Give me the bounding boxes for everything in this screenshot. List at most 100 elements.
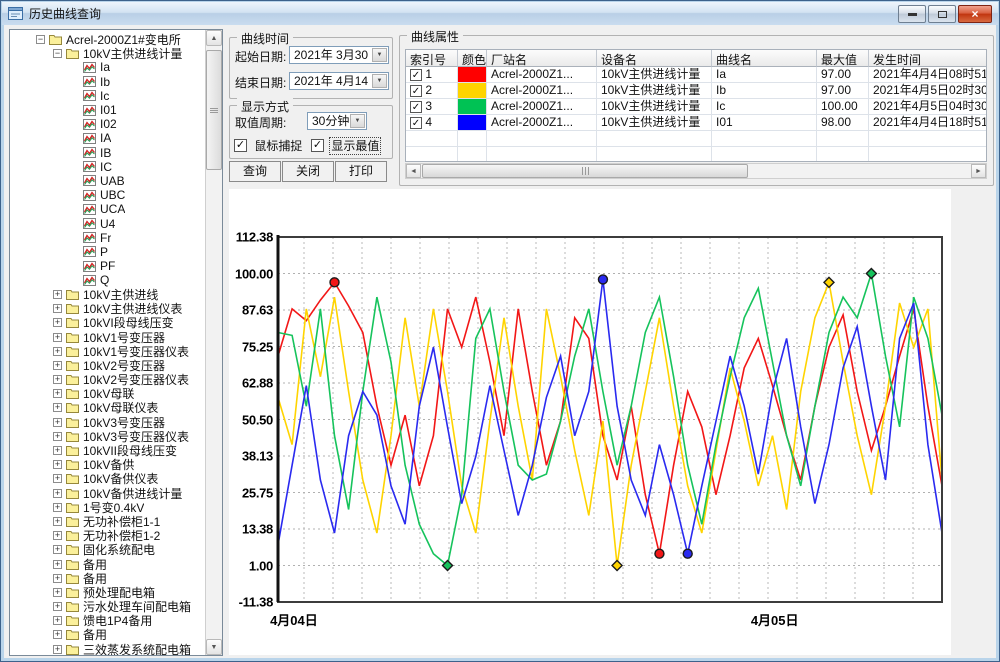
minimize-button[interactable]: [898, 5, 926, 23]
x-tick-label: 4月05日: [750, 613, 799, 628]
tree-item[interactable]: IB: [10, 146, 205, 160]
expand-icon[interactable]: +: [53, 616, 62, 626]
checkbox-check-icon[interactable]: ✓: [234, 139, 247, 152]
row-checkbox[interactable]: ✓: [410, 84, 422, 97]
row-checkbox[interactable]: ✓: [410, 116, 422, 129]
tree-scrollbar[interactable]: ▲ ▼: [205, 30, 222, 655]
expand-icon[interactable]: +: [53, 375, 62, 385]
tree-item[interactable]: + 固化系统配电: [10, 543, 205, 557]
table-hscrollbar[interactable]: ◄ ►: [405, 163, 987, 179]
expand-icon[interactable]: +: [53, 417, 62, 427]
tree-item-label: Ib: [100, 74, 111, 89]
collapse-icon[interactable]: −: [36, 34, 45, 44]
close-dialog-button[interactable]: 关闭: [282, 161, 334, 182]
expand-icon[interactable]: +: [53, 502, 62, 512]
tree-item[interactable]: + 三效蒸发系统配电箱: [10, 642, 205, 655]
tree-item[interactable]: UAB: [10, 174, 205, 188]
start-date-select[interactable]: 2021年 3月30 ▼: [289, 46, 389, 64]
expand-icon[interactable]: +: [53, 403, 62, 413]
expand-icon[interactable]: +: [53, 587, 62, 597]
expand-icon[interactable]: +: [53, 332, 62, 342]
tree-item[interactable]: − 10kV主供进线计量: [10, 46, 205, 61]
query-button[interactable]: 查询: [229, 161, 281, 182]
tree-item[interactable]: UCA: [10, 202, 205, 216]
expand-icon[interactable]: +: [53, 573, 62, 583]
column-header[interactable]: 颜色: [458, 50, 487, 67]
expand-icon[interactable]: +: [53, 446, 62, 456]
tree-item[interactable]: + 备用: [10, 557, 205, 572]
expand-icon[interactable]: +: [53, 531, 62, 541]
expand-icon[interactable]: +: [53, 289, 62, 299]
column-header[interactable]: 曲线名: [712, 50, 817, 67]
tree-item[interactable]: UBC: [10, 188, 205, 202]
extreme-marker: [611, 559, 624, 572]
expand-icon[interactable]: +: [53, 460, 62, 470]
expand-icon[interactable]: +: [53, 318, 62, 328]
print-button[interactable]: 打印: [335, 161, 387, 182]
collapse-icon[interactable]: −: [53, 48, 62, 58]
table-row[interactable]: ✓ 2 Acrel-2000Z1... 10kV主供进线计量 Ib 97.00 2021年…: [406, 83, 986, 99]
cell-max: 97.00: [817, 67, 869, 83]
checkbox-check-icon[interactable]: ✓: [311, 139, 324, 152]
expand-icon[interactable]: +: [53, 389, 62, 399]
tree-item[interactable]: Fr: [10, 231, 205, 245]
tree-item[interactable]: I02: [10, 117, 205, 131]
row-checkbox[interactable]: ✓: [410, 100, 422, 113]
expand-icon[interactable]: +: [53, 360, 62, 370]
expand-icon[interactable]: +: [53, 431, 62, 441]
expand-icon[interactable]: +: [53, 474, 62, 484]
expand-icon[interactable]: +: [53, 545, 62, 555]
thumb-grip: [210, 107, 218, 113]
column-header[interactable]: 发生时间: [869, 50, 986, 67]
folder-icon: [66, 502, 79, 513]
scroll-right-button[interactable]: ►: [971, 164, 986, 178]
table-hscrollbar-thumb[interactable]: [422, 164, 748, 178]
expand-icon[interactable]: +: [53, 516, 62, 526]
minimize-icon: [907, 12, 917, 16]
table-row[interactable]: ✓ 3 Acrel-2000Z1... 10kV主供进线计量 Ic 100.00 2021…: [406, 99, 986, 115]
tree-item[interactable]: I01: [10, 103, 205, 117]
tree-scrollbar-thumb[interactable]: [206, 50, 222, 170]
maximize-button[interactable]: [928, 5, 956, 23]
tree-item[interactable]: IA: [10, 131, 205, 145]
dropdown-arrow-icon[interactable]: ▼: [372, 48, 387, 62]
tree-item[interactable]: IC: [10, 160, 205, 174]
expand-icon[interactable]: +: [53, 644, 62, 654]
scroll-down-button[interactable]: ▼: [206, 639, 222, 655]
folder-icon: [66, 573, 79, 584]
tree-item[interactable]: Ic: [10, 89, 205, 103]
end-date-select[interactable]: 2021年 4月14 ▼: [289, 72, 389, 90]
column-header[interactable]: 最大值: [817, 50, 869, 67]
expand-icon[interactable]: +: [53, 559, 62, 569]
row-checkbox[interactable]: ✓: [410, 68, 422, 81]
tree-item-label: PF: [100, 259, 116, 274]
curve-icon: [83, 76, 96, 88]
expand-icon[interactable]: +: [53, 602, 62, 612]
tree-item[interactable]: Ia: [10, 60, 205, 74]
folder-icon: [66, 431, 79, 442]
expand-icon[interactable]: +: [53, 304, 62, 314]
tree-item[interactable]: Ib: [10, 75, 205, 89]
dropdown-arrow-icon[interactable]: ▼: [350, 114, 365, 128]
show-extremes-checkbox[interactable]: ✓ 显示最值: [311, 137, 382, 155]
dropdown-arrow-icon[interactable]: ▼: [372, 74, 387, 88]
column-header[interactable]: 索引号: [406, 50, 458, 67]
cell-time: 2021年4月5日04时30: [869, 99, 986, 115]
table-row[interactable]: ✓ 4 Acrel-2000Z1... 10kV主供进线计量 I01 98.00 2021…: [406, 115, 986, 131]
tree-item[interactable]: U4: [10, 216, 205, 231]
column-header[interactable]: 厂站名: [487, 50, 597, 67]
tree-item[interactable]: + 馈电1P4备用: [10, 614, 205, 628]
expand-icon[interactable]: +: [53, 488, 62, 498]
scroll-left-button[interactable]: ◄: [406, 164, 421, 178]
tree-item[interactable]: PF: [10, 259, 205, 273]
table-row[interactable]: ✓ 1 Acrel-2000Z1... 10kV主供进线计量 Ia 97.00 2021年…: [406, 67, 986, 83]
mouse-capture-checkbox[interactable]: ✓ 鼠标捕捉: [234, 137, 302, 154]
expand-icon[interactable]: +: [53, 346, 62, 356]
y-tick-label: 87.63: [241, 302, 273, 318]
period-select[interactable]: 30分钟 ▼: [307, 112, 367, 130]
close-button[interactable]: ×: [958, 5, 992, 23]
column-header[interactable]: 设备名: [597, 50, 712, 67]
tree-item[interactable]: P: [10, 245, 205, 259]
expand-icon[interactable]: +: [53, 630, 62, 640]
scroll-up-button[interactable]: ▲: [206, 30, 222, 46]
